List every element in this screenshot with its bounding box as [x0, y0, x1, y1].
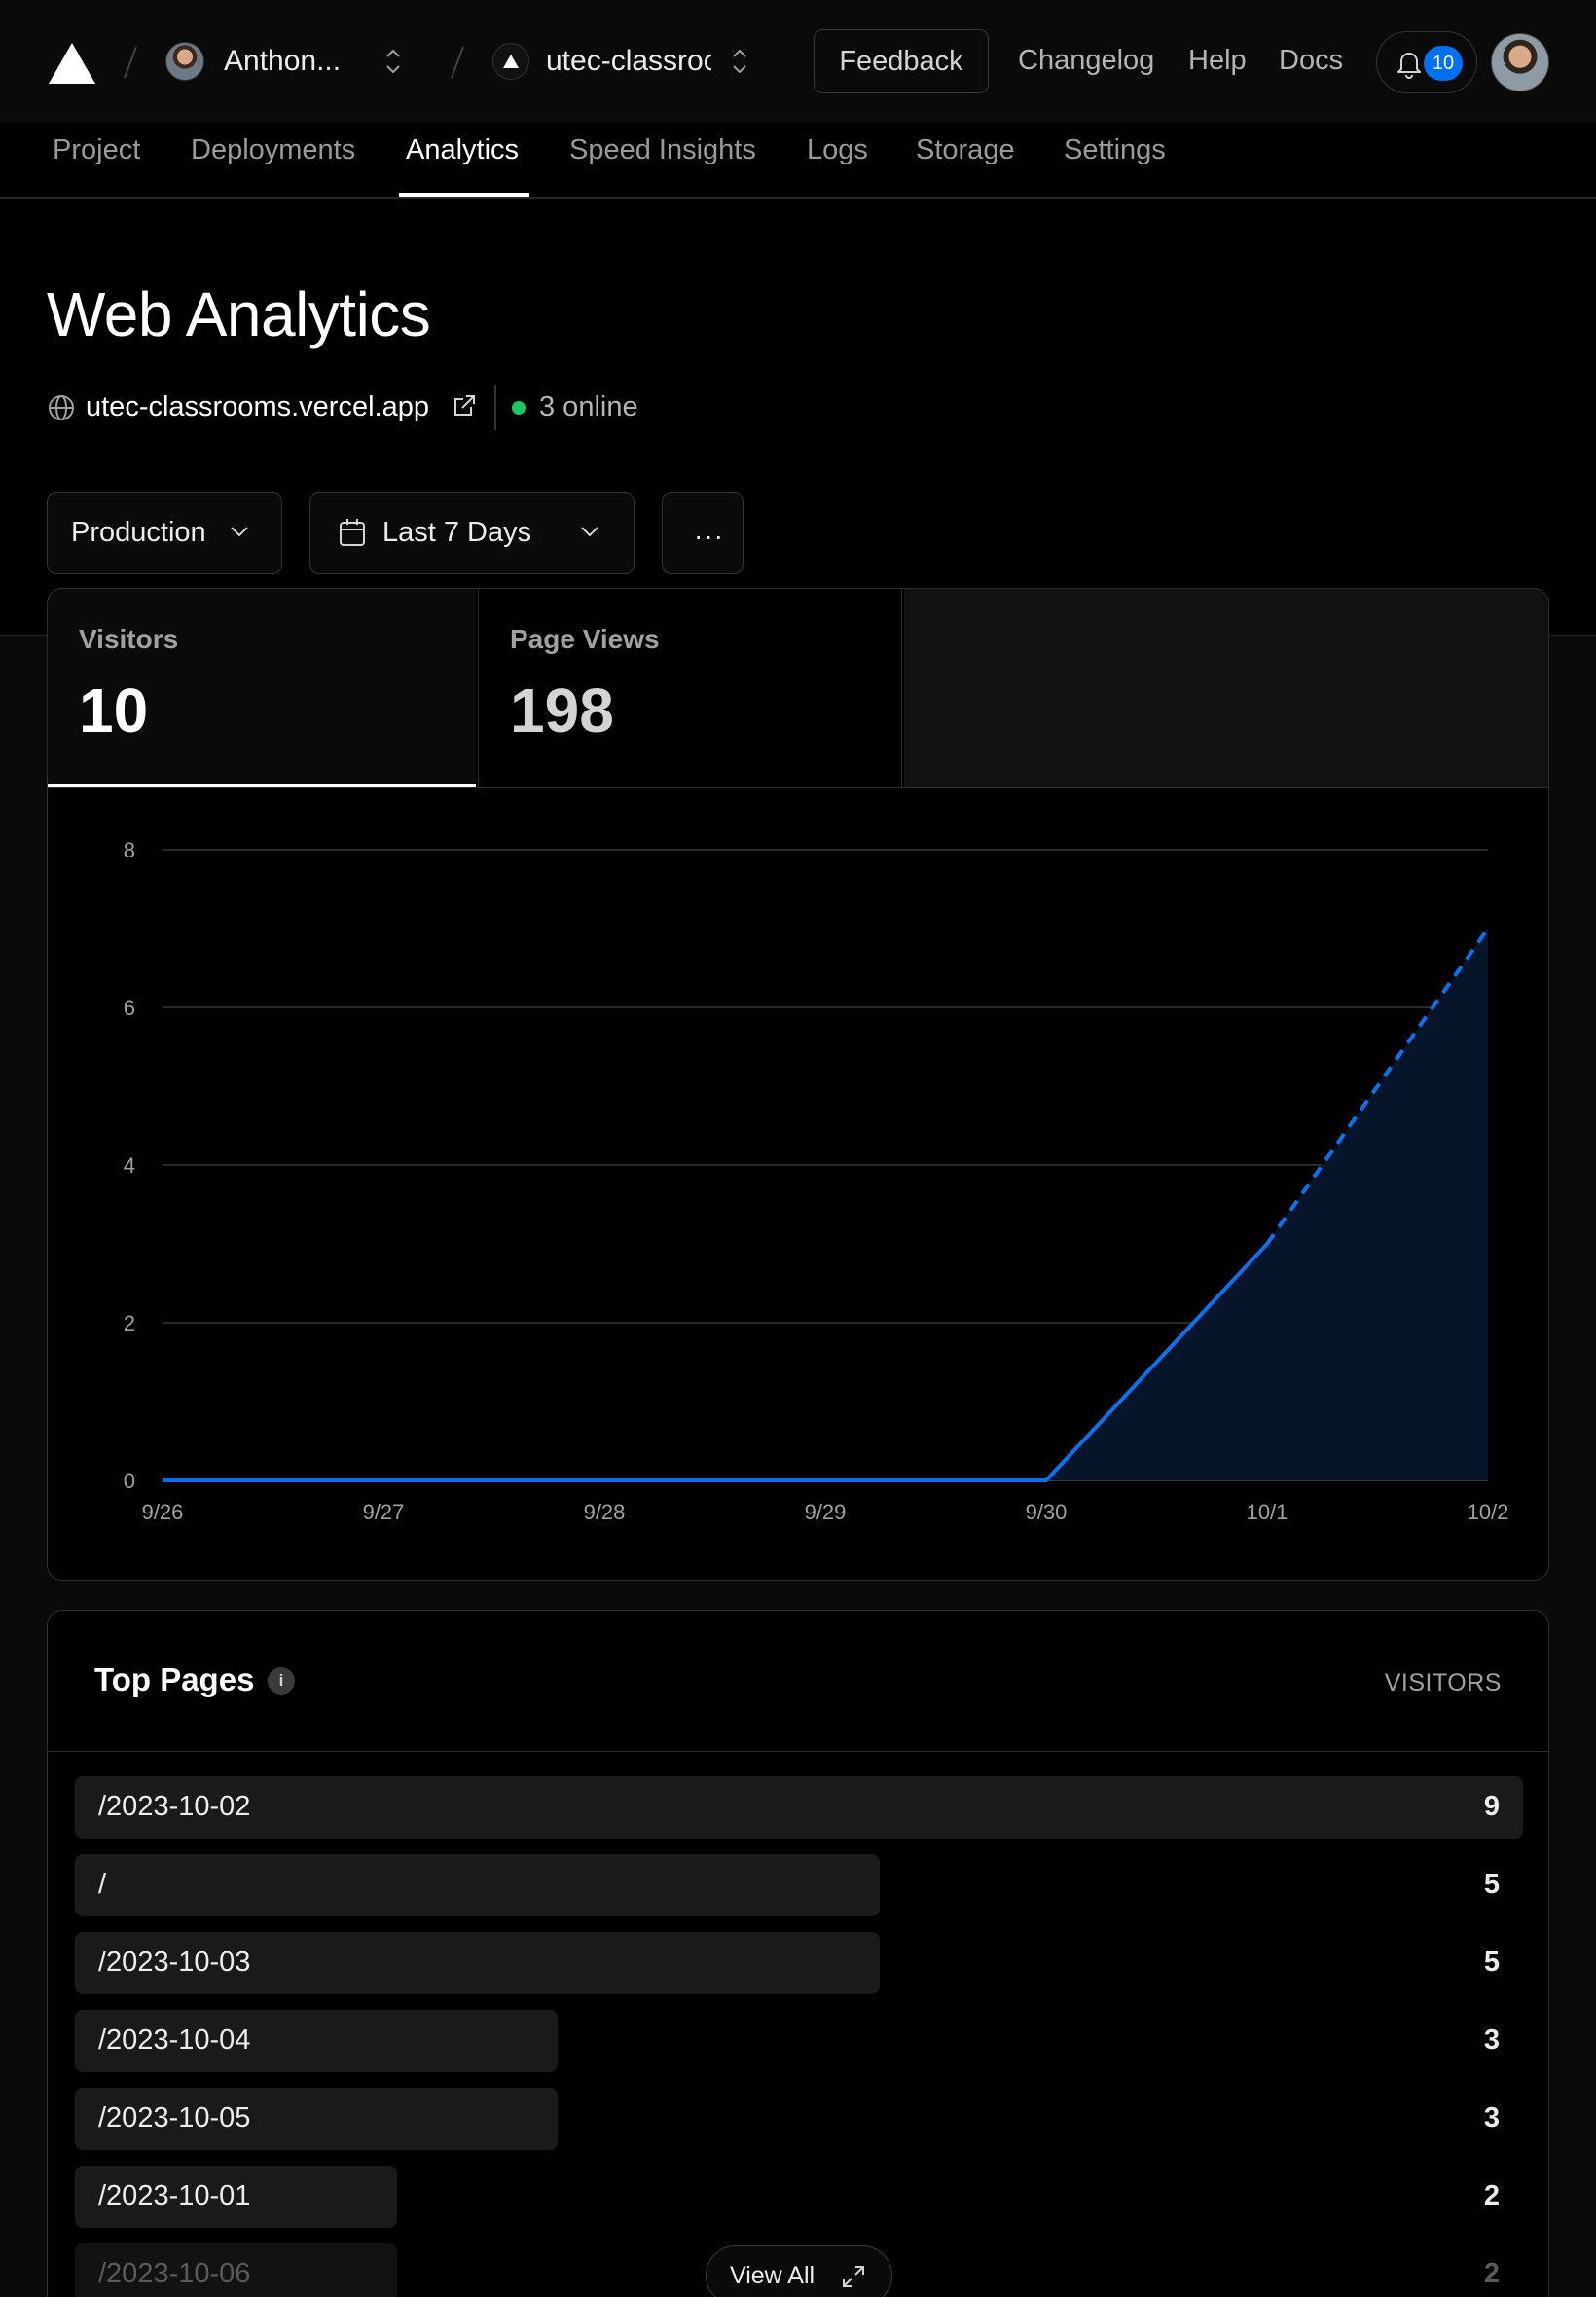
- page-path: /2023-10-02: [98, 1791, 251, 1822]
- team-avatar[interactable]: [165, 42, 204, 81]
- visitor-share-bar: [75, 1854, 880, 1916]
- more-options-button[interactable]: ···: [662, 492, 744, 574]
- visitor-share-bar: [75, 1776, 1523, 1839]
- top-navigation-bar: Anthon... utec-classroo Feedback Changel…: [0, 0, 1596, 165]
- external-link-icon[interactable]: [452, 393, 477, 419]
- info-icon[interactable]: i: [268, 1667, 295, 1695]
- y-tick-label: 0: [124, 1469, 135, 1493]
- top-pages-divider: [48, 1751, 1548, 1752]
- x-tick-label: 10/2: [1468, 1500, 1509, 1524]
- y-tick-label: 6: [124, 996, 135, 1020]
- project-switcher-label[interactable]: utec-classroo: [546, 45, 711, 78]
- tab-analytics[interactable]: Analytics: [406, 134, 519, 166]
- date-range-select[interactable]: Last 7 Days: [309, 492, 635, 574]
- notifications-button[interactable]: 10: [1376, 31, 1477, 93]
- visitor-count: 5: [1483, 1869, 1500, 1900]
- table-row[interactable]: /5: [48, 1854, 1548, 1916]
- bell-icon: [1397, 53, 1421, 79]
- feedback-button[interactable]: Feedback: [814, 29, 989, 93]
- tab-storage[interactable]: Storage: [916, 134, 1015, 166]
- chevron-down-icon: [581, 527, 598, 537]
- breadcrumb-separator-icon: [124, 46, 137, 79]
- visitor-count: 3: [1483, 2024, 1500, 2056]
- table-row[interactable]: /2023-10-04 3: [48, 2010, 1548, 2072]
- page-path: /2023-10-01: [98, 2180, 251, 2211]
- team-switcher-label[interactable]: Anthon...: [224, 45, 341, 78]
- page-path: /2023-10-04: [98, 2024, 251, 2056]
- environment-select[interactable]: Production: [47, 492, 282, 574]
- help-link[interactable]: Help: [1188, 45, 1247, 77]
- page: Anthon... utec-classroo Feedback Changel…: [0, 0, 1596, 2297]
- visitor-count: 2: [1483, 2258, 1500, 2289]
- globe-icon: [49, 395, 74, 420]
- x-tick-label: 9/28: [584, 1500, 626, 1524]
- vercel-logo-icon[interactable]: [47, 41, 97, 86]
- page-title: Web Analytics: [47, 279, 431, 349]
- table-row[interactable]: /2023-10-01 2: [48, 2166, 1548, 2228]
- y-tick-label: 8: [124, 838, 135, 862]
- user-avatar[interactable]: [1491, 33, 1549, 91]
- project-logo-icon[interactable]: [492, 43, 529, 80]
- online-count: 3 online: [539, 391, 638, 422]
- visitor-count: 9: [1483, 1791, 1500, 1822]
- page-path: /2023-10-06: [98, 2258, 251, 2289]
- table-row[interactable]: /2023-10-03 5: [48, 1932, 1548, 1994]
- y-tick-label: 2: [124, 1311, 135, 1335]
- top-pages-title: Top Pages: [94, 1661, 255, 1697]
- x-tick-label: 10/1: [1247, 1500, 1288, 1524]
- expand-icon: [843, 2266, 864, 2287]
- visitors-column-header: VISITORS: [1384, 1669, 1502, 1696]
- page-path: /2023-10-05: [98, 2102, 251, 2133]
- online-status-dot: [512, 401, 526, 415]
- x-tick-label: 9/26: [142, 1500, 184, 1524]
- x-tick-label: 9/30: [1026, 1500, 1068, 1524]
- y-tick-label: 4: [124, 1153, 135, 1178]
- table-row[interactable]: /2023-10-02 9: [48, 1776, 1548, 1839]
- x-tick-label: 9/27: [363, 1500, 405, 1524]
- page-path: /2023-10-03: [98, 1947, 251, 1978]
- top-pages-card: Top Pages i VISITORS /2023-10-02 9/5/2023…: [47, 1610, 1549, 2297]
- visitor-count: 5: [1483, 1947, 1500, 1978]
- chevron-down-icon: [231, 527, 248, 537]
- changelog-link[interactable]: Changelog: [1018, 45, 1154, 77]
- calendar-icon: [340, 519, 365, 546]
- tab-speed-insights[interactable]: Speed Insights: [569, 134, 756, 166]
- tab-deployments[interactable]: Deployments: [191, 134, 355, 166]
- view-all-label: View All: [730, 2262, 816, 2289]
- project-switcher-chevron-icon[interactable]: [730, 45, 749, 78]
- visitor-count: 3: [1483, 2102, 1500, 2133]
- table-row[interactable]: /2023-10-05 3: [48, 2088, 1548, 2150]
- analytics-card: Visitors 10 Page Views 198 0 2 4 6 8 9/26 9/27…: [47, 588, 1549, 1581]
- x-tick-label: 9/29: [805, 1500, 847, 1524]
- page-path: /: [98, 1869, 107, 1900]
- more-icon: ···: [694, 521, 724, 551]
- docs-link[interactable]: Docs: [1279, 45, 1343, 77]
- view-all-button[interactable]: View All: [706, 2245, 892, 2297]
- date-range-select-value: Last 7 Days: [382, 517, 532, 548]
- domain-link[interactable]: utec-classrooms.vercel.app: [86, 391, 429, 423]
- tab-settings[interactable]: Settings: [1064, 134, 1166, 166]
- tab-project[interactable]: Project: [53, 134, 140, 166]
- environment-select-value: Production: [71, 517, 206, 548]
- visitors-chart: 0 2 4 6 8 9/26 9/27 9/28 9/29 9/30 10/1 10/2: [124, 838, 1509, 1524]
- chart-area: [163, 929, 1488, 1480]
- tab-logs[interactable]: Logs: [807, 134, 868, 166]
- breadcrumb-separator-icon: [451, 46, 464, 79]
- notification-count-badge: 10: [1424, 46, 1463, 81]
- header-divider: [494, 385, 496, 430]
- visitor-count: 2: [1483, 2180, 1500, 2211]
- team-switcher-chevron-icon[interactable]: [383, 45, 403, 78]
